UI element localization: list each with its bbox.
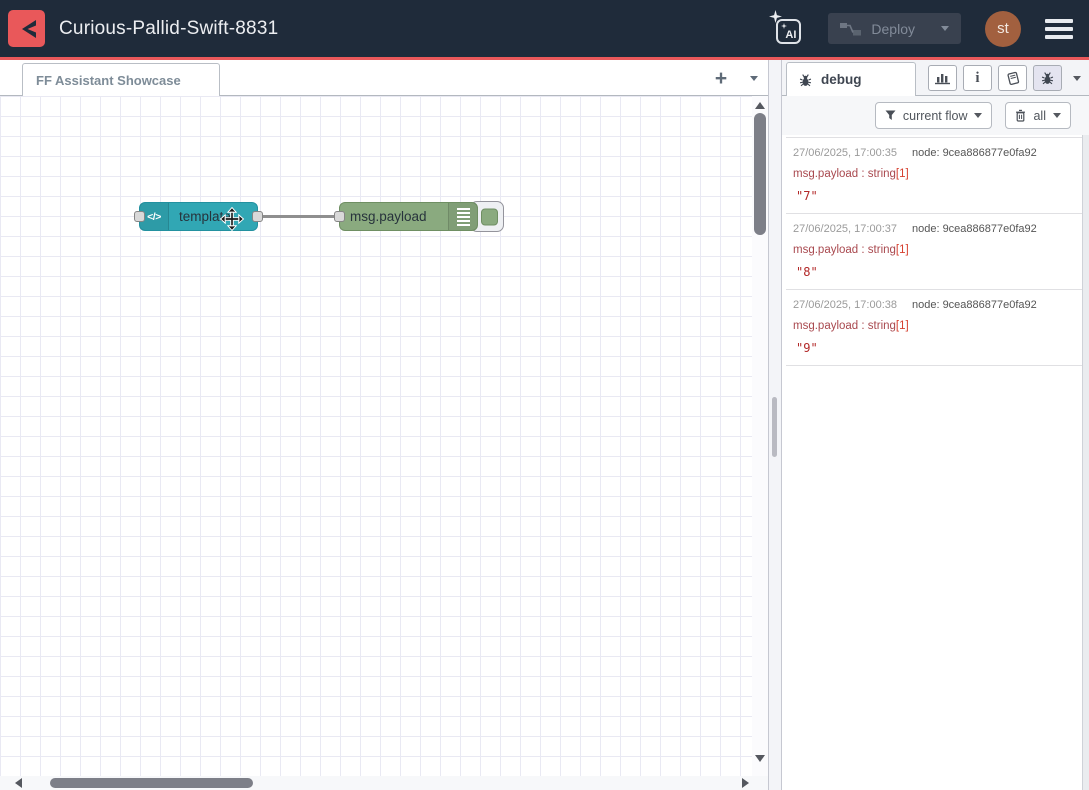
clear-messages-button[interactable]: all [1005,102,1071,129]
help-button[interactable] [998,65,1027,91]
message-property-path: msg.payload : string [793,320,896,332]
avatar-initials: st [997,20,1009,37]
message-meta: 27/06/2025, 17:00:35 node: 9cea886877e0f… [793,147,1075,159]
message-value[interactable]: "7" [793,189,1075,203]
flow-tabbar: FF Assistant Showcase + [0,60,768,96]
message-property[interactable]: msg.payload : string[1] [793,244,1075,256]
instance-title: Curious-Pallid-Swift-8831 [59,18,278,40]
debug-toggle-state-on [481,208,498,225]
message-property-path: msg.payload : string [793,244,896,256]
template-output-port[interactable] [252,211,263,222]
node-debug[interactable]: msg.payload [339,202,478,231]
message-property-size: [1] [896,168,909,180]
message-node-id: node: 9cea886877e0fa92 [912,299,1037,311]
sidebar-tabs-caret-icon[interactable] [1073,76,1081,81]
message-timestamp: 27/06/2025, 17:00:35 [793,147,897,159]
add-flow-button[interactable]: + [708,68,734,89]
message-meta: 27/06/2025, 17:00:37 node: 9cea886877e0f… [793,223,1075,235]
debug-sidebar: debug i [782,60,1089,790]
ai-assistant-button[interactable]: AI [768,10,804,48]
canvas-horizontal-scrollbar[interactable] [0,776,768,790]
flow-canvas[interactable]: </> template msg.payload [0,96,768,776]
header-actions: AI Deploy st [768,10,1073,48]
node-red-app: Curious-Pallid-Swift-8831 AI Deploy [0,0,1089,790]
deploy-button[interactable]: Deploy [828,13,961,44]
funnel-icon [885,110,896,121]
main-menu-button[interactable] [1045,19,1073,39]
book-icon [1005,71,1021,86]
horizontal-scroll-thumb[interactable] [50,778,253,788]
message-meta: 27/06/2025, 17:00:38 node: 9cea886877e0f… [793,299,1075,311]
sidebar-tab-debug[interactable]: debug [786,62,916,96]
menu-bar-icon [1045,19,1073,23]
canvas-vertical-scrollbar[interactable] [752,96,768,776]
message-property-path: msg.payload : string [793,168,896,180]
debug-message[interactable]: 27/06/2025, 17:00:35 node: 9cea886877e0f… [786,138,1082,214]
menu-bar-icon [1045,35,1073,39]
message-timestamp: 27/06/2025, 17:00:38 [793,299,897,311]
trash-icon [1015,109,1026,122]
sidebar-header: debug i [782,60,1089,96]
bar-chart-icon [934,71,951,85]
scroll-right-arrow-icon[interactable] [742,778,749,788]
debug-messages-button[interactable] [1033,65,1062,91]
message-property[interactable]: msg.payload : string[1] [793,168,1075,180]
sidebar-resize-separator[interactable] [768,60,782,790]
debug-message-list: 27/06/2025, 17:00:35 node: 9cea886877e0f… [786,137,1082,366]
bug-icon [798,72,813,88]
flow-tab-ff-assistant-showcase[interactable]: FF Assistant Showcase [22,63,220,96]
scroll-down-arrow-icon[interactable] [755,755,765,762]
filter-dropdown-button[interactable]: current flow [875,102,993,129]
bug-icon [1040,70,1055,86]
dashboard-chart-button[interactable] [928,65,957,91]
debug-filter-row: current flow all [782,96,1089,135]
sidebar-tab-debug-label: debug [821,72,862,87]
info-icon: i [975,70,979,87]
ai-label: AI [776,19,801,44]
separator-drag-handle[interactable] [772,397,777,457]
message-timestamp: 27/06/2025, 17:00:37 [793,223,897,235]
filter-caret-icon [974,113,982,118]
flowfuse-logo-icon[interactable] [8,10,45,47]
user-avatar[interactable]: st [985,11,1021,47]
template-input-port[interactable] [134,211,145,222]
workspace: FF Assistant Showcase + </> template [0,60,768,790]
info-button[interactable]: i [963,65,992,91]
message-node-id: node: 9cea886877e0fa92 [912,147,1037,159]
move-cursor-icon [220,207,244,231]
vertical-scroll-thumb[interactable] [754,113,766,235]
clear-caret-icon [1053,113,1061,118]
wire-layer [0,96,768,776]
deploy-nodes-icon [840,22,861,36]
logo-glyph-icon [14,16,40,42]
clear-label: all [1033,109,1046,123]
scroll-left-arrow-icon[interactable] [15,778,22,788]
message-property-size: [1] [896,320,909,332]
deploy-options-caret-icon[interactable] [941,26,949,31]
debug-message[interactable]: 27/06/2025, 17:00:38 node: 9cea886877e0f… [786,290,1082,366]
sidebar-scroll-gutter[interactable] [1082,135,1089,790]
debug-message[interactable]: 27/06/2025, 17:00:37 node: 9cea886877e0f… [786,214,1082,290]
flow-tab-actions: + [708,60,764,96]
message-property-size: [1] [896,244,909,256]
deploy-label: Deploy [871,21,915,37]
message-value[interactable]: "9" [793,341,1075,355]
main-area: FF Assistant Showcase + </> template [0,60,1089,790]
debug-input-port[interactable] [334,211,345,222]
node-debug-label: msg.payload [340,209,437,224]
flow-list-caret-icon[interactable] [750,76,758,81]
debug-list-icon [448,203,477,230]
message-value[interactable]: "8" [793,265,1075,279]
menu-bar-icon [1045,27,1073,31]
scroll-up-arrow-icon[interactable] [755,102,765,109]
header-bar: Curious-Pallid-Swift-8831 AI Deploy [0,0,1089,60]
message-property[interactable]: msg.payload : string[1] [793,320,1075,332]
sidebar-tool-buttons: i [928,65,1062,91]
message-node-id: node: 9cea886877e0fa92 [912,223,1037,235]
flow-tab-label: FF Assistant Showcase [36,73,181,88]
filter-label: current flow [903,109,968,123]
